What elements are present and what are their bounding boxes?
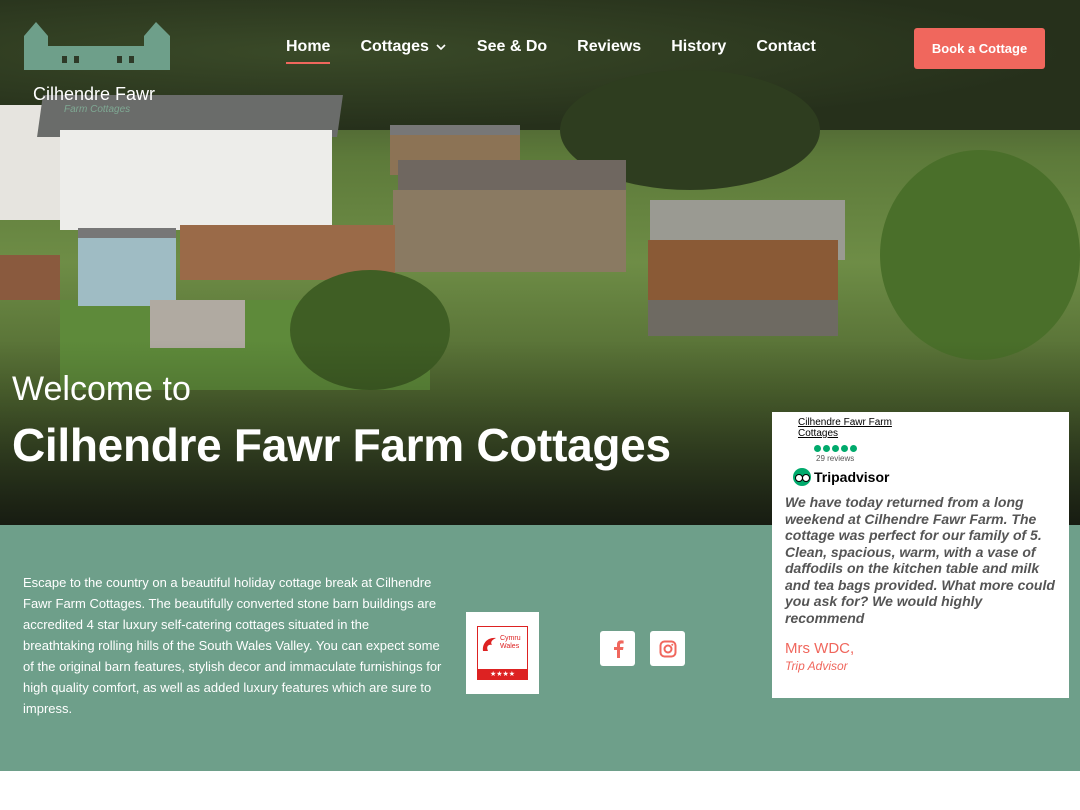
nav-history-label: History [671, 38, 727, 55]
nav-see-and-do[interactable]: See & Do [477, 38, 547, 56]
review-card: Cilhendre Fawr Farm Cottages 29 reviews … [772, 412, 1069, 698]
chevron-down-icon [436, 44, 446, 51]
visit-wales-badge: Cymru Wales ★★★★ [466, 612, 539, 694]
tripadvisor-wordmark: Tripadvisor [814, 469, 890, 485]
logo-name: Cilhendre Fawr [33, 84, 156, 104]
hero-oak-tree [880, 150, 1080, 360]
main-nav: Home Cottages See & Do Reviews History C… [286, 38, 846, 64]
nav-home[interactable]: Home [286, 38, 331, 64]
nav-contact[interactable]: Contact [756, 38, 816, 56]
rating-dot [814, 445, 821, 452]
hero-stone-barn [393, 190, 626, 272]
rating-dot [850, 445, 857, 452]
nav-see-and-do-label: See & Do [476, 38, 548, 55]
tripadvisor-owl-icon [793, 468, 811, 486]
badge-label: Cymru Wales [500, 635, 521, 651]
rating-dot [832, 445, 839, 452]
intro-text: Escape to the country on a beautiful hol… [23, 575, 442, 716]
hero-house [60, 130, 332, 230]
rating-dot [823, 445, 830, 452]
badge-stars: ★★★★ [478, 669, 527, 679]
nav-cottages[interactable]: Cottages [360, 38, 446, 56]
hero-headline: Cilhendre Fawr Farm Cottages [12, 419, 671, 471]
hero-blue-shed [78, 238, 176, 306]
nav-reviews-label: Reviews [577, 38, 642, 55]
instagram-icon [659, 640, 676, 657]
hero-fence-left [0, 255, 60, 300]
nav-home-label: Home [286, 38, 331, 55]
badge-frame: Cymru Wales ★★★★ [477, 626, 528, 680]
site-logo[interactable]: Cilhendre Fawr Farm Cottages [22, 18, 170, 118]
logo-subtitle: Farm Cottages [64, 104, 131, 115]
nav-reviews[interactable]: Reviews [577, 38, 641, 56]
nav-cottages-label: Cottages [360, 38, 429, 55]
nav-history[interactable]: History [671, 38, 726, 56]
hero-welcome: Welcome to [12, 370, 191, 408]
hero-wood-shed-base [648, 300, 838, 336]
badge-line1: Cymru [500, 635, 521, 642]
tripadvisor-listing-link[interactable]: Cilhendre Fawr Farm Cottages [798, 417, 918, 439]
welsh-dragon-icon [482, 637, 496, 651]
review-author: Mrs WDC, [785, 640, 855, 657]
review-count: 29 reviews [816, 454, 855, 463]
tripadvisor-rating [814, 445, 857, 452]
logo-cottage-icon [24, 22, 170, 70]
facebook-button[interactable] [600, 631, 635, 666]
review-source: Trip Advisor [785, 659, 848, 673]
book-cottage-button[interactable]: Book a Cottage [914, 28, 1045, 69]
facebook-icon [613, 639, 624, 658]
review-quote: We have today returned from a long weeke… [785, 494, 1055, 626]
tripadvisor-logo[interactable]: Tripadvisor [793, 468, 889, 486]
rating-dot [841, 445, 848, 452]
instagram-button[interactable] [650, 631, 685, 666]
nav-contact-label: Contact [756, 38, 816, 55]
badge-line2: Wales [500, 643, 520, 650]
